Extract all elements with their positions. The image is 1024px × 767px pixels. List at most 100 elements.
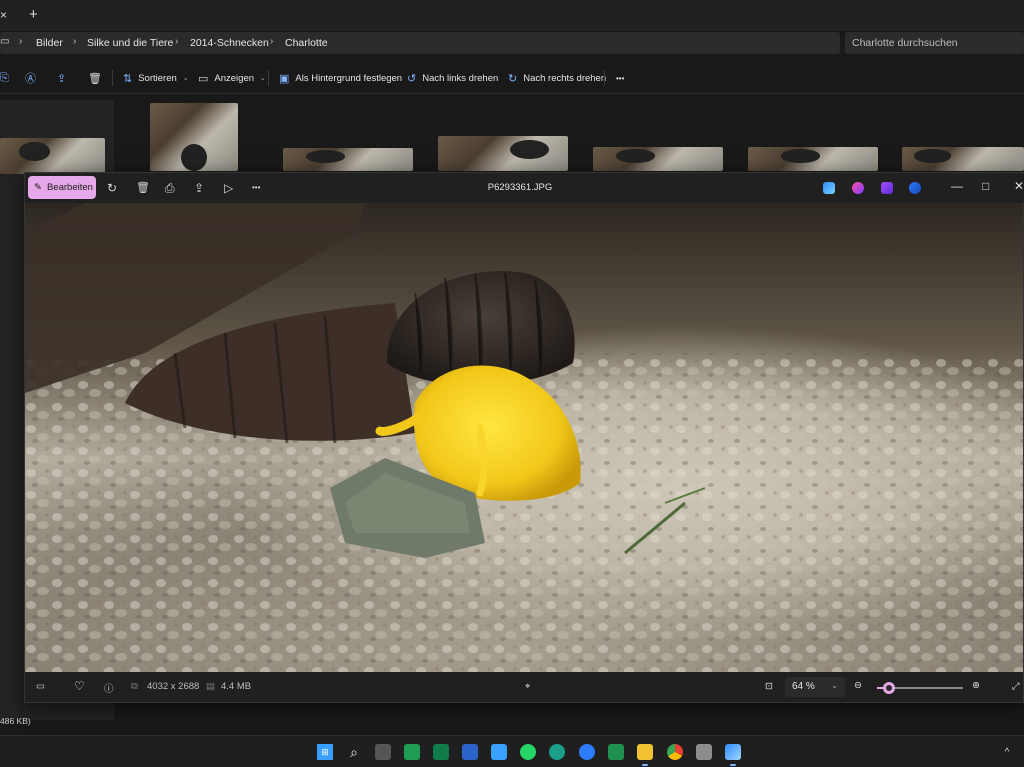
new-tab-button[interactable]: +	[29, 6, 38, 23]
print-icon[interactable]: ⎙	[165, 181, 175, 196]
breadcrumb-item[interactable]: Silke und die Tiere	[87, 37, 173, 49]
copilot-app-icon[interactable]	[852, 182, 864, 194]
photos-viewer-window: ✎ Bearbeiten ↻ 🗑 ⎙ ⇪ ▷ ••• P6293361.JPG …	[24, 172, 1024, 703]
publisher-icon[interactable]	[433, 744, 449, 760]
onedrive-sync-icon[interactable]	[909, 182, 921, 194]
file-name: P6293361.JPG	[487, 182, 553, 193]
viewer-title-bar: ✎ Bearbeiten ↻ 🗑 ⎙ ⇪ ▷ ••• P6293361.JPG …	[25, 173, 1024, 203]
favorite-icon[interactable]: ♡	[74, 679, 85, 693]
excel-icon[interactable]	[608, 744, 624, 760]
notepad-icon[interactable]	[491, 744, 507, 760]
task-view-icon[interactable]	[375, 744, 391, 760]
wallpaper-icon: ▣	[279, 72, 290, 85]
set-background-button[interactable]: ▣ Als Hintergrund festlegen	[279, 70, 402, 86]
chevron-down-icon: ⌄	[260, 75, 266, 82]
edit-button[interactable]: ✎ Bearbeiten	[28, 176, 96, 199]
chevron-right-icon: ›	[175, 36, 179, 47]
explorer-window-icon[interactable]	[696, 744, 712, 760]
address-bar[interactable]: ▭ › Bilder › Silke und die Tiere › 2014-…	[0, 32, 840, 54]
thumbnail[interactable]	[150, 103, 238, 171]
rotate-icon[interactable]: ↻	[107, 181, 117, 195]
snail-photo	[25, 203, 1023, 672]
breadcrumb-item[interactable]: Bilder	[36, 37, 63, 49]
computer-icon: ▭	[0, 36, 10, 47]
toolbar-divider	[604, 70, 605, 86]
chevron-down-icon: ⌄	[831, 681, 838, 690]
breadcrumb-item[interactable]: 2014-Schnecken	[190, 37, 269, 49]
edit-icon: ✎	[34, 182, 42, 193]
rotate-left-label: Nach links drehen	[422, 72, 499, 84]
designer-app-icon[interactable]	[823, 182, 835, 194]
delete-icon[interactable]: 🗑	[136, 181, 150, 194]
zoom-slider[interactable]	[877, 682, 963, 694]
maximize-icon[interactable]: □	[982, 179, 989, 193]
search-icon[interactable]: ⌕	[346, 744, 362, 760]
rotate-left-button[interactable]: ↺ Nach links drehen	[407, 70, 498, 86]
dimensions-icon: ⧉	[131, 681, 138, 692]
sort-label: Sortieren	[138, 72, 177, 84]
minimize-icon[interactable]: —	[951, 179, 963, 193]
info-icon[interactable]: ⓘ	[104, 681, 114, 695]
command-bar: ⎘ Ⓐ ⇪ 🗑 ⇅ Sortieren ⌄ ▭ Anzeigen ⌄ ▣ Als…	[0, 62, 1024, 94]
thumbnail[interactable]	[902, 147, 1024, 171]
thumbnail[interactable]	[593, 147, 723, 171]
toolbar-divider	[112, 70, 113, 86]
viewer-bottom-bar: ▭ ♡ ⓘ ⧉ 4032 x 2688 ▤ 4.4 MB ⌖ ⊡ 64 % ⌄ …	[25, 672, 1023, 702]
close-tab-icon[interactable]: ×	[0, 8, 12, 22]
chevron-right-icon: ›	[73, 36, 77, 47]
zoom-slider-thumb[interactable]	[883, 682, 896, 694]
zoom-in-icon[interactable]: ⊕	[972, 680, 980, 691]
taskbar: ⊞ ⌕ ^	[0, 735, 1024, 767]
chevron-right-icon: ›	[19, 36, 23, 47]
share-icon[interactable]: ⇪	[194, 181, 204, 195]
fullscreen-icon[interactable]: ⤢	[1012, 681, 1020, 692]
image-dimensions: 4032 x 2688	[147, 681, 200, 692]
photo-canvas[interactable]	[25, 203, 1023, 672]
rotate-right-label: Nach rechts drehen	[523, 72, 607, 84]
more-options-button[interactable]: •••	[252, 183, 260, 192]
photos-icon[interactable]	[725, 744, 741, 766]
monitor-icon: ▭	[198, 72, 209, 85]
view-button[interactable]: ▭ Anzeigen ⌄	[198, 70, 266, 86]
edit-label: Bearbeiten	[46, 182, 93, 193]
edge-icon[interactable]	[579, 744, 595, 760]
start-icon[interactable]: ⊞	[317, 744, 333, 760]
rotate-right-button[interactable]: ↻ Nach rechts drehen	[508, 70, 606, 86]
slideshow-icon[interactable]: ▷	[224, 181, 233, 195]
zoom-value: 64 %	[792, 681, 815, 692]
fit-to-window-icon[interactable]: ⊡	[765, 681, 773, 692]
set-background-label: Als Hintergrund festlegen	[295, 72, 403, 84]
zoom-out-icon[interactable]: ⊖	[854, 680, 862, 691]
rename-icon[interactable]: Ⓐ	[25, 70, 36, 86]
chrome-icon[interactable]	[667, 744, 683, 760]
chevron-down-icon: ⌄	[182, 75, 189, 82]
cut-icon[interactable]: ⎘	[0, 70, 9, 86]
chevron-right-icon: ›	[270, 36, 274, 47]
thumbnail[interactable]	[283, 148, 413, 171]
clipchamp-app-icon[interactable]	[881, 182, 893, 194]
view-label: Anzeigen	[214, 72, 255, 84]
whatsapp-icon[interactable]	[520, 744, 536, 760]
tab-bar: × +	[0, 0, 1024, 30]
word-icon[interactable]	[462, 744, 478, 760]
file-explorer-icon[interactable]	[637, 744, 653, 766]
thumbnail[interactable]	[748, 147, 878, 171]
delete-icon[interactable]: 🗑	[88, 70, 102, 86]
thumbnail[interactable]	[0, 138, 105, 174]
excel-icon[interactable]	[404, 744, 420, 760]
filesize-icon: ▤	[206, 681, 215, 692]
chevron-up-icon[interactable]: ^	[999, 744, 1015, 760]
zoom-dropdown[interactable]: 64 % ⌄	[785, 677, 845, 697]
share-icon[interactable]: ⇪	[57, 70, 66, 86]
search-input[interactable]: Charlotte durchsuchen	[845, 32, 1024, 54]
app-icon[interactable]	[549, 744, 565, 760]
filmstrip-icon[interactable]: ▭	[36, 681, 45, 692]
crop-icon[interactable]: ⌖	[525, 681, 530, 692]
sort-icon: ⇅	[123, 72, 133, 85]
more-options-button[interactable]: •••	[616, 70, 624, 86]
breadcrumb-item[interactable]: Charlotte	[285, 37, 328, 49]
thumbnail[interactable]	[438, 136, 568, 171]
close-icon[interactable]: ✕	[1014, 179, 1024, 193]
sort-button[interactable]: ⇅ Sortieren ⌄	[123, 70, 189, 86]
file-size: 4.4 MB	[221, 681, 252, 692]
